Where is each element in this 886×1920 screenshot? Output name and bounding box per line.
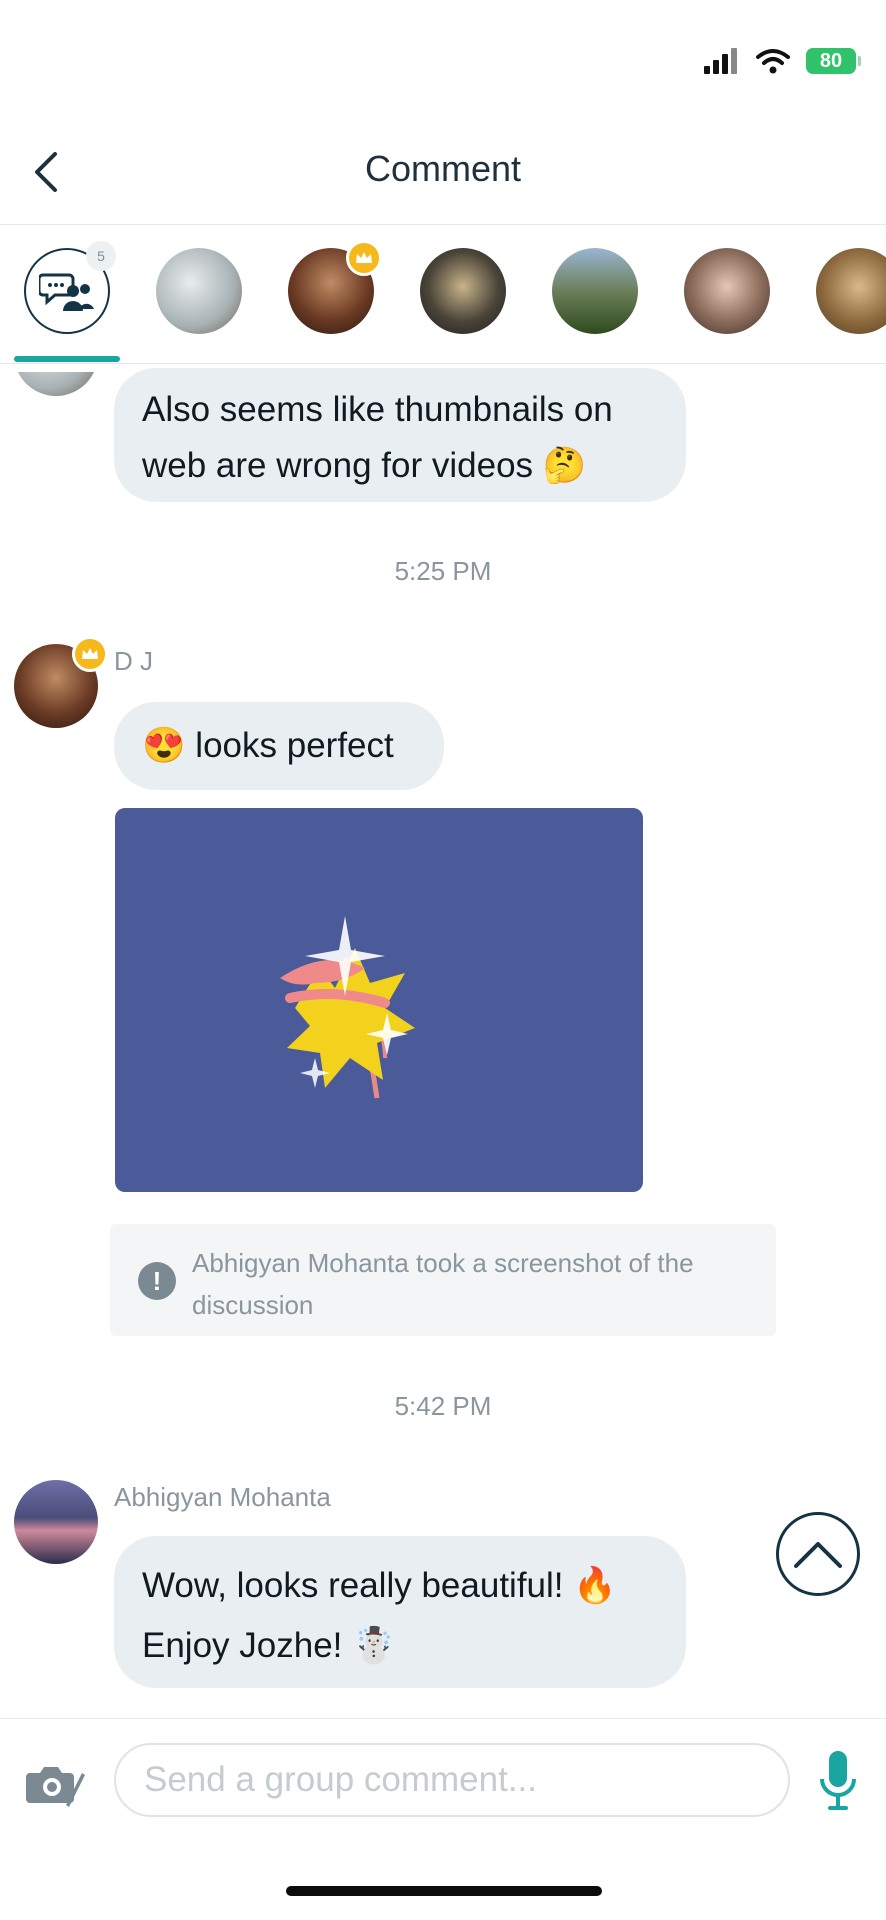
timestamp: 5:25 PM	[394, 556, 492, 586]
battery-icon: 80	[806, 48, 861, 74]
page-title: Comment	[364, 148, 522, 189]
message-bubble[interactable]: Also seems like thumbnails on web are wr…	[114, 368, 686, 502]
camera-icon	[26, 1767, 85, 1807]
comment-input[interactable]	[114, 1743, 790, 1817]
microphone-button[interactable]	[818, 1749, 858, 1813]
status-bar: 80	[0, 0, 886, 120]
camera-button[interactable]	[26, 1759, 86, 1811]
participant-avatar[interactable]	[552, 248, 638, 334]
timestamp: 5:42 PM	[394, 1391, 492, 1421]
active-tab-indicator	[14, 356, 120, 362]
wifi-icon	[756, 49, 790, 74]
gif-attachment[interactable]	[115, 808, 643, 1192]
sparkle-burst-image	[280, 916, 415, 1099]
composer	[0, 1718, 886, 1839]
alert-icon: !	[138, 1262, 176, 1300]
crown-icon	[346, 240, 382, 276]
chevron-up-icon	[794, 1542, 842, 1568]
home-indicator	[286, 1886, 602, 1896]
message-text-line: Wow, looks really beautiful! 🔥	[142, 1566, 617, 1605]
sender-name: Abhigyan Mohanta	[114, 1482, 331, 1512]
participant-avatar[interactable]	[420, 248, 506, 334]
notice-text: Abhigyan Mohanta took a screenshot of th…	[192, 1248, 694, 1320]
sender-name: D J	[114, 646, 153, 676]
message-bubble[interactable]: 😍 looks perfect	[114, 702, 444, 790]
participant-avatar[interactable]	[156, 248, 242, 334]
battery-level: 80	[819, 49, 843, 72]
cellular-signal-icon	[704, 48, 737, 74]
status-icons: 80	[704, 48, 861, 74]
participants-strip: 5	[0, 225, 886, 364]
scroll-to-top-button[interactable]	[776, 1512, 860, 1596]
message-bubble[interactable]: Wow, looks really beautiful! 🔥 Enjoy Joz…	[114, 1536, 686, 1688]
microphone-icon	[820, 1751, 856, 1810]
message-text: 😍 looks perfect	[142, 726, 394, 765]
group-chat-icon	[39, 273, 94, 311]
participant-count-badge: 5	[86, 241, 116, 271]
participant-avatar[interactable]	[684, 248, 770, 334]
screenshot-notice: ! Abhigyan Mohanta took a screenshot of …	[110, 1224, 776, 1336]
message-text: Also seems like thumbnails on web are wr…	[142, 390, 613, 485]
message-text-line: Enjoy Jozhe! ☃️	[142, 1626, 396, 1665]
avatar[interactable]	[14, 1480, 98, 1564]
crown-icon	[72, 636, 108, 672]
participant-avatar[interactable]	[816, 248, 886, 334]
header: Comment	[0, 120, 886, 225]
